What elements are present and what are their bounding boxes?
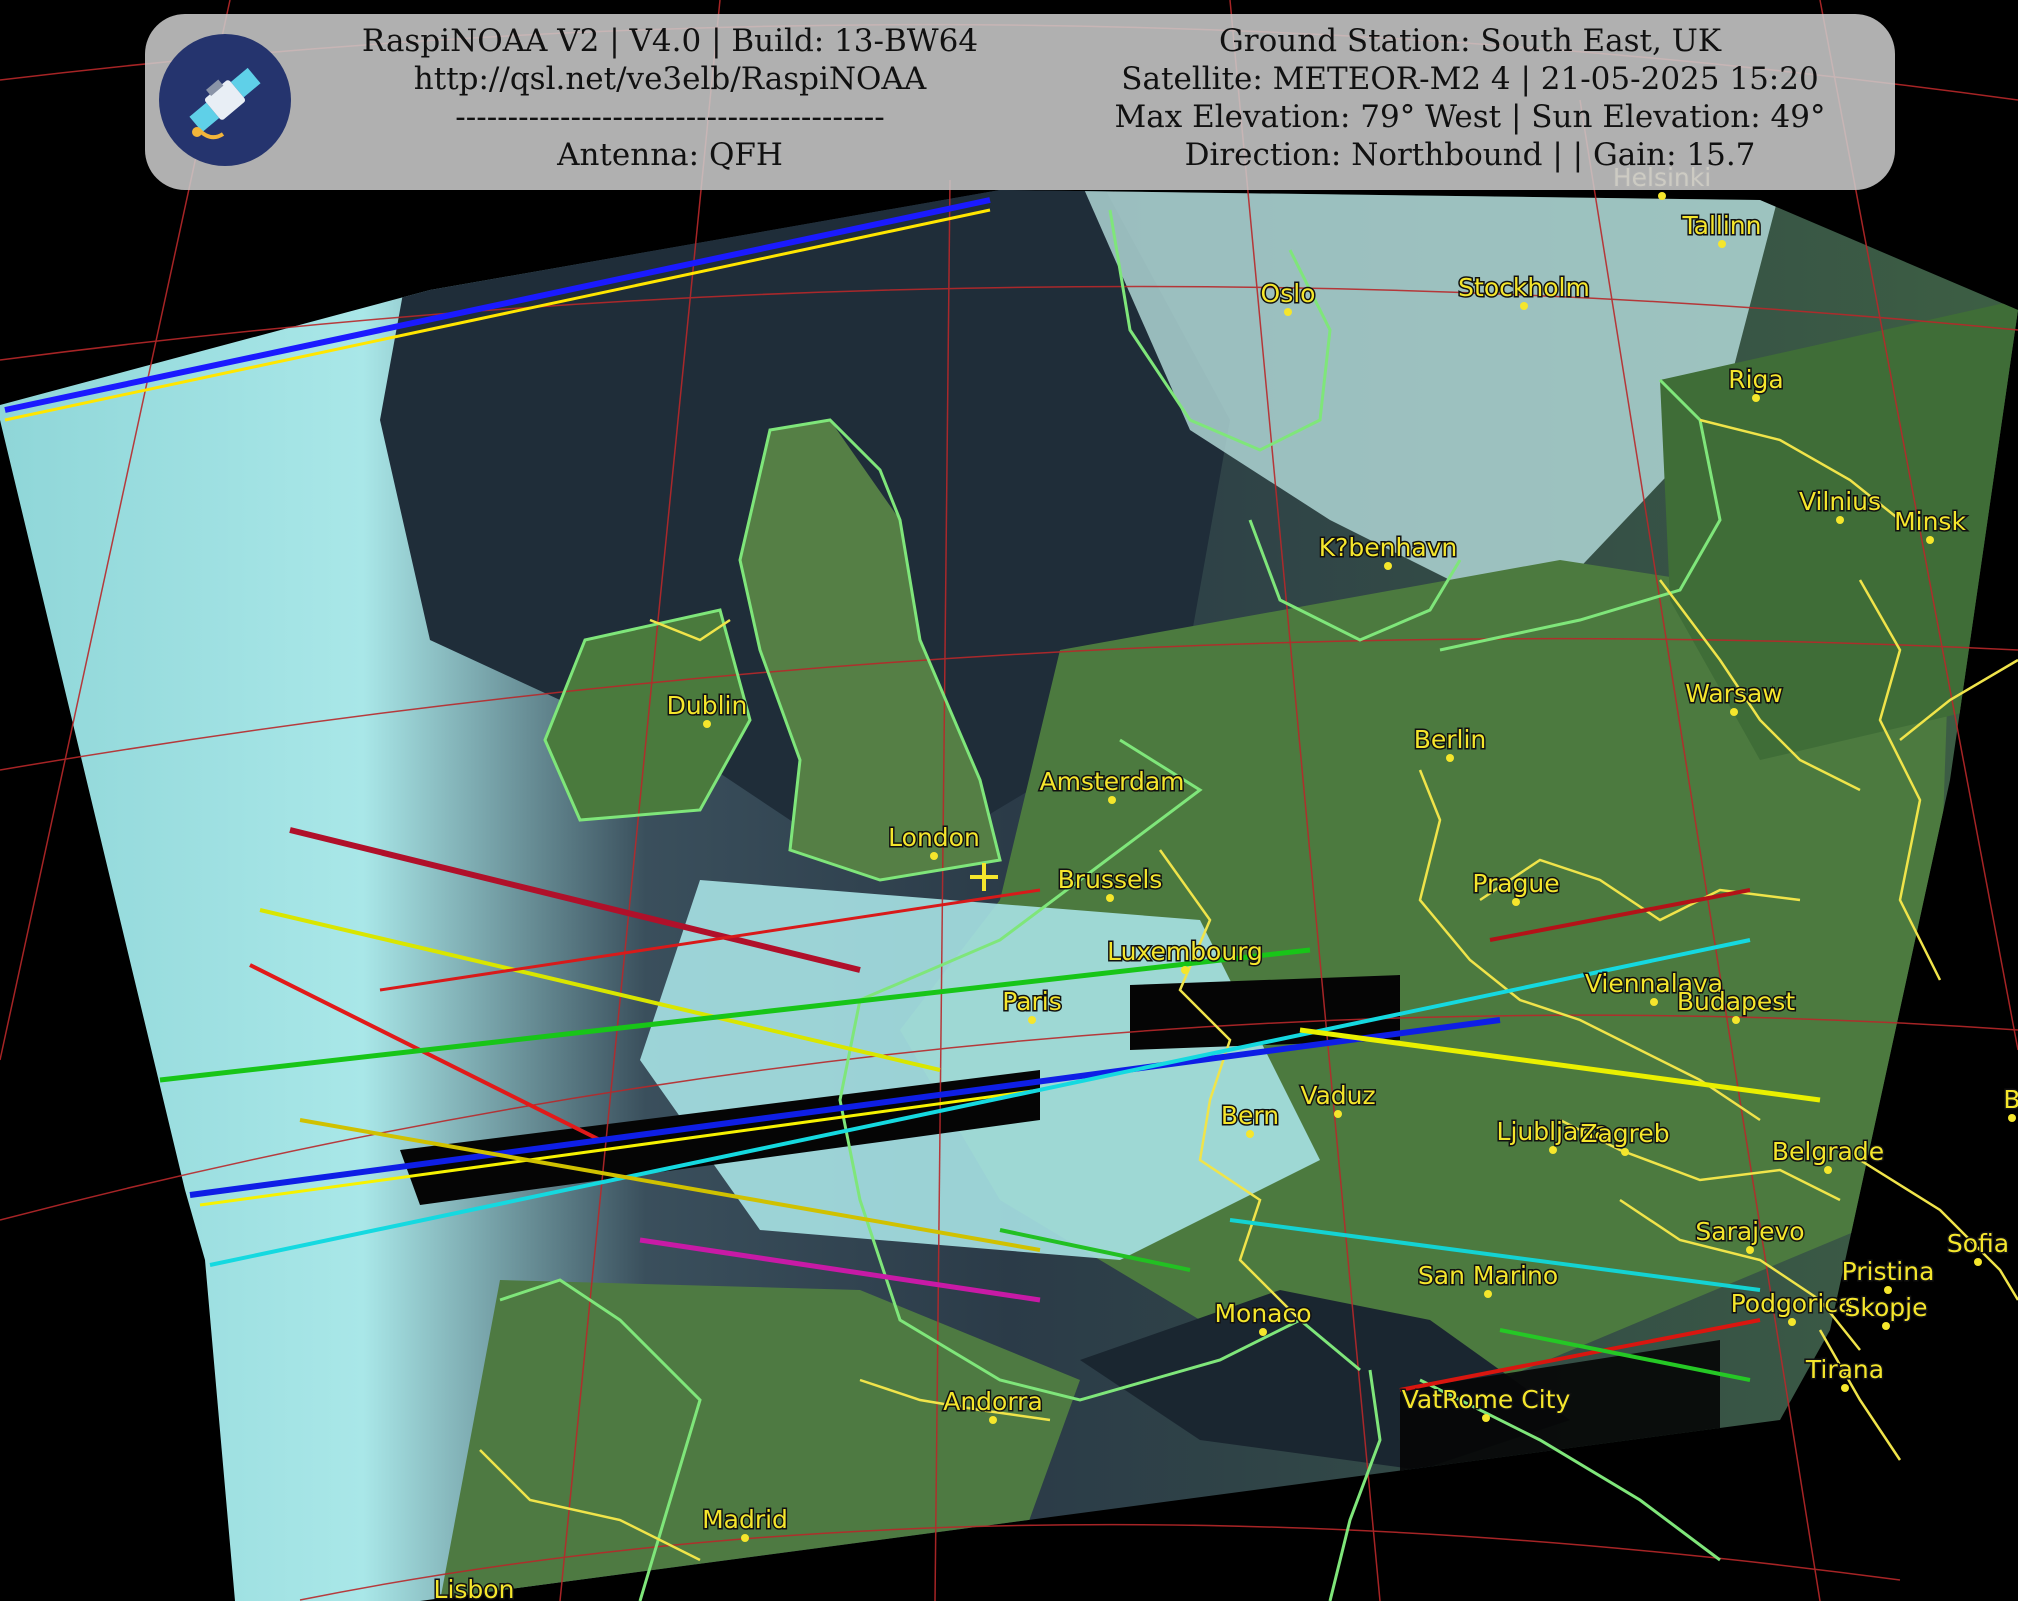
city-dot [1106,894,1114,902]
elevation-info: Max Elevation: 79° West | Sun Elevation:… [1114,99,1826,135]
city-label: London [888,823,980,852]
software-info: RaspiNOAA V2 | V4.0 | Build: 13-BW64 htt… [345,22,995,174]
city-dot [1246,1130,1254,1138]
city-label: Podgorica [1731,1289,1854,1318]
satellite-map: HelsinkiTallinnOsloStockholmRigaVilniusM… [0,0,2018,1601]
city-dot [1334,1110,1342,1118]
city-dot [1974,1258,1982,1266]
city-label: Budapest [1677,987,1795,1016]
city-dot [1284,308,1292,316]
city-label: Belgrade [1772,1137,1884,1166]
city-tirana: Tirana [1803,1354,1886,1392]
city-label: Minsk [1894,507,1966,536]
city-dot [1520,302,1528,310]
city-lisbon: Lisbon [432,1574,516,1601]
city-label: Tallinn [1682,211,1762,240]
city-dot [1841,1384,1849,1392]
ground-station: Ground Station: South East, UK [1219,23,1721,59]
city-dot [1824,1166,1832,1174]
city-label: Riga [1728,365,1784,394]
city-dot [1181,966,1189,974]
city-b: B [2002,1084,2018,1122]
city-dot [1718,240,1726,248]
pass-info-banner: RaspiNOAA V2 | V4.0 | Build: 13-BW64 htt… [145,14,1895,190]
city-label: Paris [1002,987,1062,1016]
city-dot [989,1416,997,1424]
city-label: Pristina [1842,1257,1935,1286]
city-label: San Marino [1418,1261,1558,1290]
city-dot [1752,394,1760,402]
city-dot [741,1534,749,1542]
city-label: Oslo [1261,279,1316,308]
city-label: B [2003,1085,2018,1114]
city-label: Skopje [1845,1293,1928,1322]
city-label: Sarajevo [1695,1217,1804,1246]
city-label: Vaduz [1300,1081,1375,1110]
city-dot [1259,1328,1267,1336]
city-label: Zagreb [1580,1119,1669,1148]
satellite-timestamp: Satellite: METEOR-M2 4 | 21-05-2025 15:2… [1121,61,1819,97]
city-dot [1108,796,1116,804]
city-dot [1650,998,1658,1006]
satellite-logo-icon [159,34,291,166]
city-dot [1384,562,1392,570]
city-label: Luxembourg [1107,937,1263,966]
city-sofia: Sofia [1945,1228,2011,1266]
city-dot [1836,516,1844,524]
city-label: Prague [1472,869,1559,898]
city-label: Berlin [1414,725,1487,754]
city-dot [1446,754,1454,762]
city-dot [1746,1246,1754,1254]
city-label: Andorra [943,1387,1043,1416]
city-label: Bern [1221,1101,1279,1130]
city-dot [1926,536,1934,544]
city-label: VatRome City [1402,1385,1571,1414]
city-dot [1732,1016,1740,1024]
city-label: Monaco [1214,1299,1311,1328]
city-dot [930,852,938,860]
city-dot [1882,1322,1890,1330]
city-label: Tirana [1805,1355,1884,1384]
city-dot [1621,1148,1629,1156]
city-label: Stockholm [1458,273,1590,302]
city-dot [1788,1318,1796,1326]
city-dot [1512,898,1520,906]
city-dot [2008,1114,2016,1122]
city-skopje: Skopje [1843,1292,1929,1330]
city-label: Lisbon [434,1575,515,1601]
city-label: Madrid [702,1505,788,1534]
separator: ----------------------------------------… [455,99,885,135]
city-pristina: Pristina [1840,1256,1936,1294]
pass-info: Ground Station: South East, UK Satellite… [1070,22,1870,174]
city-label: Sofia [1947,1229,2009,1258]
city-dot [703,720,711,728]
city-label: Dublin [667,691,748,720]
city-label: Warsaw [1685,679,1783,708]
city-dot [1028,1016,1036,1024]
city-label: Vilnius [1799,487,1881,516]
city-label: K?benhavn [1319,533,1458,562]
city-dot [1549,1146,1557,1154]
project-url: http://qsl.net/ve3elb/RaspiNOAA [413,61,927,97]
city-label: Brussels [1058,865,1163,894]
city-label: Amsterdam [1039,767,1184,796]
software-version: RaspiNOAA V2 | V4.0 | Build: 13-BW64 [361,23,979,59]
antenna-info: Antenna: QFH [557,137,783,173]
city-dot [1658,192,1666,200]
city-dot [1730,708,1738,716]
direction-gain: Direction: Northbound | | Gain: 15.7 [1184,137,1756,173]
city-dot [1484,1290,1492,1298]
city-dot [1482,1414,1490,1422]
